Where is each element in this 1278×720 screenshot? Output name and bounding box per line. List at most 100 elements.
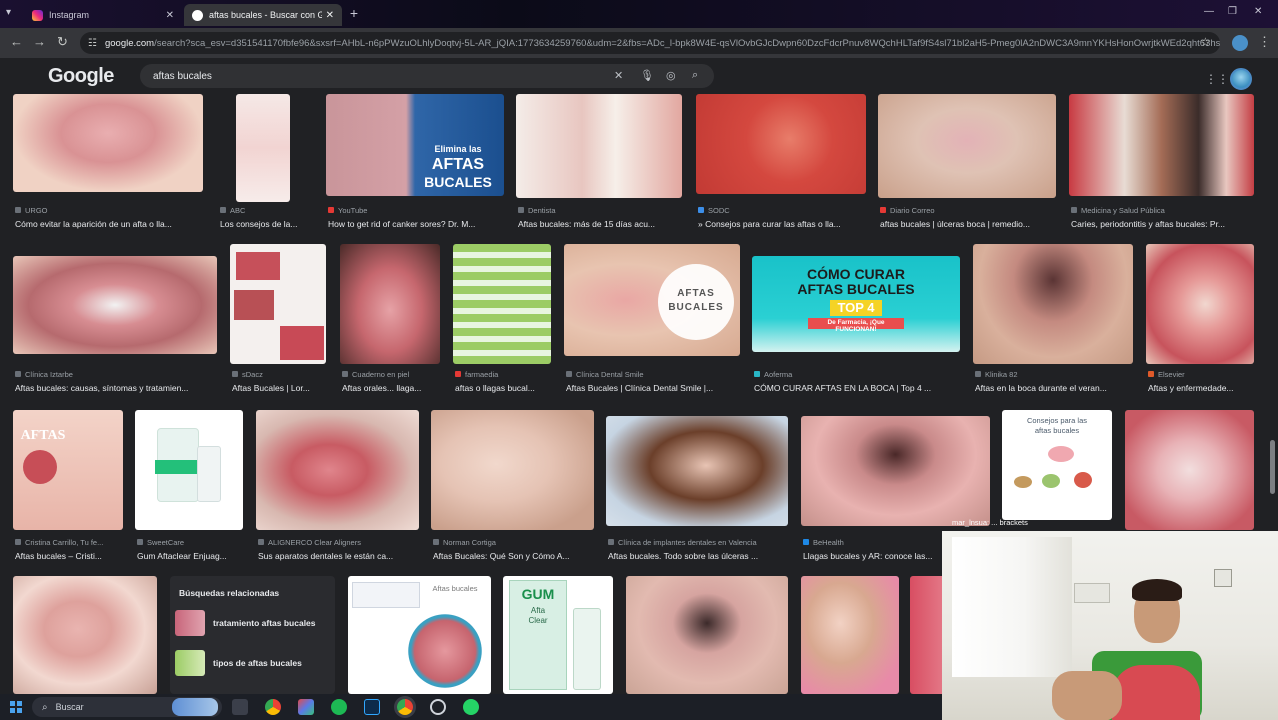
- result-source[interactable]: Clínica Dental Smile: [566, 370, 742, 379]
- result-source[interactable]: Cuaderno en piel: [342, 370, 442, 379]
- result-thumbnail[interactable]: AFTAS: [13, 410, 123, 530]
- result-thumbnail[interactable]: [516, 94, 682, 198]
- result-title[interactable]: Aftas Bucales | Lor...: [232, 383, 328, 393]
- result-source[interactable]: Clínica de implantes dentales en Valenci…: [608, 538, 790, 547]
- result-thumbnail[interactable]: [13, 94, 203, 192]
- result-thumbnail[interactable]: [256, 410, 419, 530]
- minimize-button[interactable]: —: [1204, 6, 1214, 17]
- taskbar-search[interactable]: ⌕ Buscar: [32, 697, 222, 717]
- whatsapp-icon[interactable]: [463, 699, 479, 715]
- search-icon[interactable]: ⌕: [692, 69, 698, 82]
- related-search-item[interactable]: tipos de aftas bucales: [175, 648, 330, 678]
- clear-icon[interactable]: ✕: [614, 69, 623, 82]
- result-thumbnail[interactable]: Consejos para las aftas bucales: [1002, 410, 1112, 520]
- result-thumbnail[interactable]: [13, 256, 217, 354]
- result-source[interactable]: Elsevier: [1148, 370, 1256, 379]
- result-thumbnail[interactable]: [626, 576, 788, 694]
- result-title[interactable]: » Consejos para curar las aftas o lla...: [698, 219, 868, 229]
- result-source[interactable]: SODC: [698, 206, 868, 215]
- window-close-button[interactable]: ✕: [1254, 6, 1262, 17]
- clock-app-icon[interactable]: [430, 699, 446, 715]
- spotify-icon[interactable]: [331, 699, 347, 715]
- result-thumbnail[interactable]: [801, 576, 899, 694]
- result-title[interactable]: Los consejos de la...: [220, 219, 310, 229]
- result-thumbnail[interactable]: CÓMO CURAR AFTAS BUCALES TOP 4 De Farmac…: [752, 256, 960, 352]
- result-title[interactable]: aftas bucales | úlceras boca | remedio..…: [880, 219, 1058, 229]
- microphone-icon[interactable]: 🎙: [640, 69, 654, 82]
- address-bar[interactable]: ☷ google.com/search?sca_esv=d351541170fb…: [80, 32, 1220, 54]
- page-scrollbar[interactable]: [1270, 440, 1275, 494]
- result-source[interactable]: farmaedia: [455, 370, 553, 379]
- result-thumbnail[interactable]: Aftas bucales: [348, 576, 491, 694]
- result-thumbnail[interactable]: [230, 244, 326, 364]
- result-title[interactable]: Aftas y enfermedade...: [1148, 383, 1256, 393]
- tab-search-icon[interactable]: ▾: [6, 7, 11, 18]
- result-title[interactable]: CÓMO CURAR AFTAS EN LA BOCA | Top 4 ...: [754, 383, 962, 393]
- site-info-icon[interactable]: ☷: [88, 38, 97, 49]
- result-source[interactable]: SweetCare: [137, 538, 245, 547]
- result-thumbnail[interactable]: [606, 416, 788, 526]
- browser-menu-icon[interactable]: ⋮: [1258, 35, 1271, 49]
- result-source[interactable]: Cristina Carrillo, Tu fe...: [15, 538, 125, 547]
- account-avatar[interactable]: [1230, 68, 1252, 90]
- result-source[interactable]: YouTube: [328, 206, 506, 215]
- close-icon[interactable]: ✕: [326, 10, 334, 21]
- result-thumbnail[interactable]: [135, 410, 243, 530]
- forward-button[interactable]: →: [33, 35, 46, 49]
- lens-icon[interactable]: ◎: [666, 69, 676, 82]
- tab-instagram[interactable]: Instagram ✕: [24, 4, 182, 26]
- google-logo[interactable]: Google: [48, 65, 114, 88]
- result-thumbnail[interactable]: [878, 94, 1056, 198]
- result-title[interactable]: Aftas bucales – Cristi...: [15, 551, 125, 561]
- chrome-icon[interactable]: [265, 699, 281, 715]
- result-source[interactable]: ALIGNERCO Clear Aligners: [258, 538, 421, 547]
- result-source[interactable]: Norman Cortiga: [433, 538, 596, 547]
- search-box[interactable]: aftas bucales ✕ 🎙 ◎ ⌕: [140, 64, 714, 88]
- result-title[interactable]: Caries, periodontitis y aftas bucales: P…: [1071, 219, 1256, 229]
- back-button[interactable]: ←: [10, 35, 23, 49]
- related-search-item[interactable]: tratamiento aftas bucales: [175, 608, 330, 638]
- result-thumbnail[interactable]: [1069, 94, 1254, 196]
- result-thumbnail[interactable]: [973, 244, 1133, 364]
- result-source[interactable]: Aoferma: [754, 370, 962, 379]
- result-source[interactable]: Klinika 82: [975, 370, 1135, 379]
- result-thumbnail[interactable]: [453, 244, 551, 364]
- result-title[interactable]: Gum Aftaclear Enjuag...: [137, 551, 245, 561]
- related-search-label[interactable]: tratamiento aftas bucales: [213, 618, 316, 628]
- task-view-icon[interactable]: [232, 699, 248, 715]
- chrome-active-icon[interactable]: [397, 699, 413, 715]
- result-source[interactable]: Dentista: [518, 206, 684, 215]
- result-source[interactable]: Diario Correo: [880, 206, 1058, 215]
- result-title[interactable]: How to get rid of canker sores? Dr. M...: [328, 219, 506, 229]
- photoshop-icon[interactable]: [364, 699, 380, 715]
- result-thumbnail[interactable]: [13, 576, 157, 694]
- result-title[interactable]: Aftas Bucales | Clínica Dental Smile |..…: [566, 383, 742, 393]
- result-thumbnail[interactable]: [340, 244, 440, 364]
- result-source[interactable]: ABC: [220, 206, 310, 215]
- result-title[interactable]: Aftas Bucales: Qué Son y Cómo A...: [433, 551, 596, 561]
- maximize-button[interactable]: ❐: [1228, 6, 1237, 17]
- result-thumbnail[interactable]: Elimina las AFTAS BUCALES: [326, 94, 504, 196]
- result-thumbnail[interactable]: [1146, 244, 1254, 364]
- related-search-label[interactable]: tipos de aftas bucales: [213, 658, 302, 668]
- result-title[interactable]: Aftas en la boca durante el veran...: [975, 383, 1135, 393]
- result-title[interactable]: Sus aparatos dentales le están ca...: [258, 551, 421, 561]
- result-thumbnail[interactable]: AFTAS BUCALES: [564, 244, 740, 356]
- result-source[interactable]: Clínica Iztarbe: [15, 370, 219, 379]
- result-title[interactable]: Aftas bucales. Todo sobre las úlceras ..…: [608, 551, 790, 561]
- tab-google-search[interactable]: aftas bucales - Buscar con Goo ✕: [184, 4, 342, 26]
- windows-start-icon[interactable]: [10, 701, 22, 713]
- result-source[interactable]: Medicina y Salud Pública: [1071, 206, 1256, 215]
- close-icon[interactable]: ✕: [166, 10, 174, 21]
- search-query[interactable]: aftas bucales: [153, 71, 212, 82]
- result-thumbnail[interactable]: [236, 94, 290, 202]
- result-thumbnail[interactable]: GUM Afta Clear: [503, 576, 613, 694]
- result-thumbnail[interactable]: [696, 94, 866, 194]
- result-title[interactable]: aftas o llagas bucal...: [455, 383, 553, 393]
- result-thumbnail[interactable]: [1125, 410, 1254, 530]
- profile-avatar[interactable]: [1232, 35, 1248, 51]
- result-thumbnail[interactable]: [431, 410, 594, 530]
- result-title[interactable]: Cómo evitar la aparición de un afta o ll…: [15, 219, 205, 229]
- result-title[interactable]: Aftas bucales: causas, síntomas y tratam…: [15, 383, 219, 393]
- result-source[interactable]: URGO: [15, 206, 205, 215]
